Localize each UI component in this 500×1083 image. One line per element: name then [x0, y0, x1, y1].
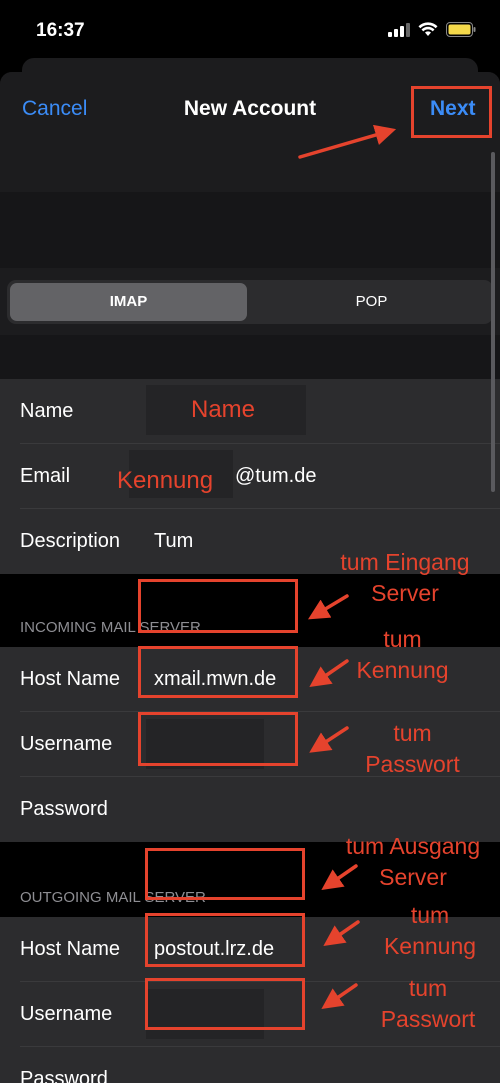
arrow-outgoing-password-icon — [321, 983, 358, 1009]
arrow-to-next-icon — [298, 124, 397, 159]
arrow-incoming-password-icon — [309, 726, 349, 753]
arrow-incoming-host-icon — [307, 594, 349, 620]
arrow-outgoing-username-icon — [323, 920, 360, 946]
arrow-outgoing-host-icon — [321, 864, 358, 890]
arrow-incoming-username-icon — [309, 659, 349, 687]
annotation-arrows — [298, 124, 397, 1009]
